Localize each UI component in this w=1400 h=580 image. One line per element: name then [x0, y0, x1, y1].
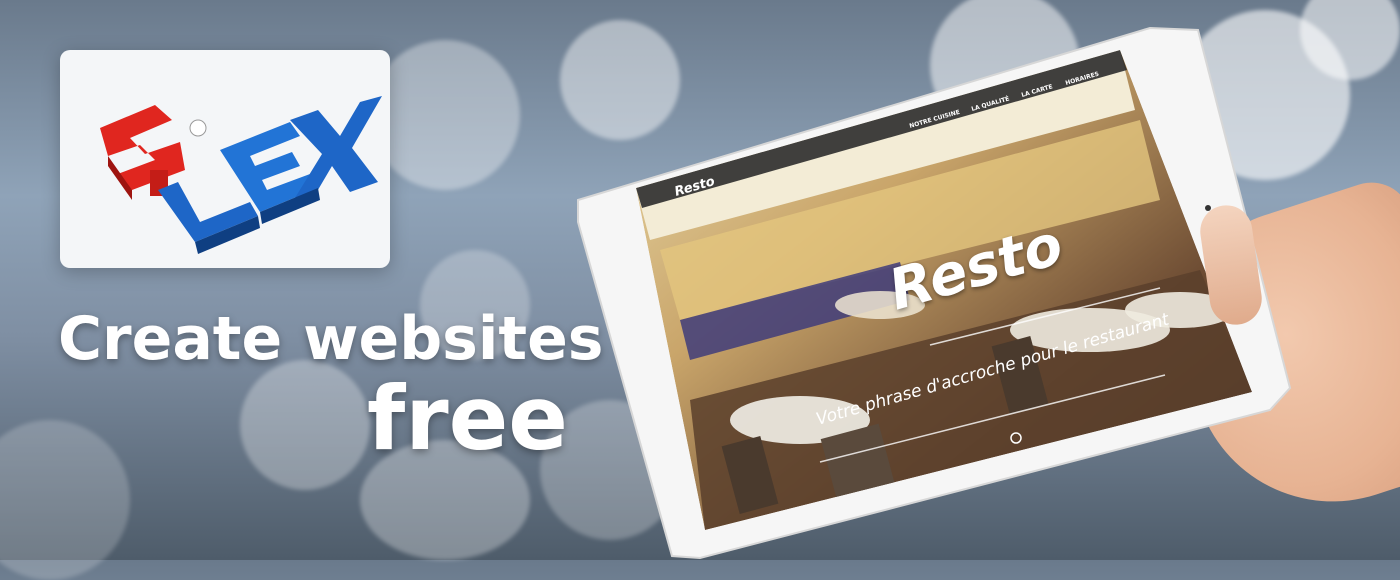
tablet-mockup: Resto NOTRE CUISINE LA QUALITÉ LA CARTE …: [0, 0, 1400, 560]
tablet-device: Resto NOTRE CUISINE LA QUALITÉ LA CARTE …: [577, 26, 1292, 560]
